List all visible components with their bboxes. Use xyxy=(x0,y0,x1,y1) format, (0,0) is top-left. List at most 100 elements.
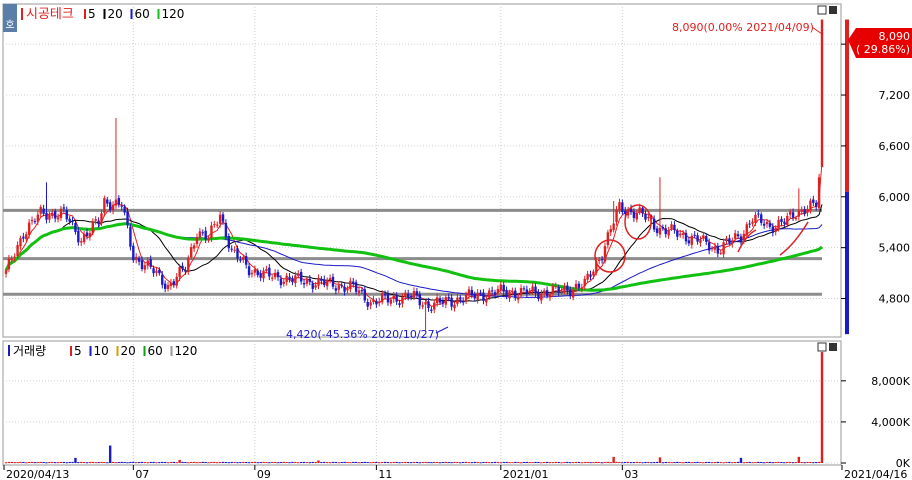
candle-body xyxy=(716,245,720,254)
candle-body xyxy=(323,279,326,286)
candle-body xyxy=(534,286,537,294)
candle-body xyxy=(273,272,277,278)
candle-body xyxy=(812,199,815,203)
price-pane-minimize-icon[interactable] xyxy=(817,5,827,15)
stock-marker xyxy=(21,8,23,20)
volume-bar xyxy=(123,461,126,463)
volume-bar xyxy=(760,462,763,464)
candle-body xyxy=(62,207,66,209)
volume-bar xyxy=(548,462,552,464)
volume-bar xyxy=(132,461,135,463)
candle-body xyxy=(473,293,476,299)
price-tick-label: 6,600 xyxy=(879,140,911,153)
volume-bar xyxy=(705,461,708,463)
candle-body xyxy=(328,278,332,280)
candle-body xyxy=(476,292,479,300)
current-price-change: ( 29.86%) xyxy=(856,43,910,56)
volume-pane-maximize-icon[interactable] xyxy=(829,343,837,351)
volume-bar xyxy=(135,462,138,464)
candle-body xyxy=(349,280,352,290)
volume-bar xyxy=(192,461,196,463)
candle-body xyxy=(169,282,173,287)
volume-bar xyxy=(201,461,204,463)
candle-body xyxy=(204,230,207,240)
volume-bar xyxy=(560,462,563,464)
volume-bar xyxy=(337,462,340,464)
candle-body xyxy=(696,235,699,242)
candle-body xyxy=(757,213,760,215)
candle-body xyxy=(728,238,731,243)
volume-marker xyxy=(8,345,10,356)
candle-body xyxy=(265,269,268,272)
ma-legend-label: 5 xyxy=(88,7,96,21)
candle-body xyxy=(404,292,407,298)
candle-body xyxy=(771,226,775,233)
candle-body xyxy=(85,232,89,236)
volume-bar xyxy=(378,462,381,464)
volume-bar xyxy=(586,461,589,463)
volume-bar xyxy=(803,462,806,464)
candle-body xyxy=(592,271,595,276)
candle-body xyxy=(244,256,248,265)
candle-body xyxy=(325,279,329,287)
candle-body xyxy=(514,290,517,299)
candle-body xyxy=(398,303,401,305)
volume-bar xyxy=(768,461,772,463)
volume-bar xyxy=(59,461,63,463)
volume-bar xyxy=(253,461,257,463)
volume-bar xyxy=(583,461,586,463)
price-pane-maximize-icon[interactable] xyxy=(829,6,837,14)
volume-bar xyxy=(187,462,190,464)
candle-body xyxy=(279,278,283,286)
candle-body xyxy=(687,240,691,244)
volume-bar xyxy=(149,461,152,463)
candle-body xyxy=(357,290,361,294)
candle-body xyxy=(638,207,641,212)
volume-bar xyxy=(302,461,306,463)
volume-bar xyxy=(163,461,167,463)
volume-pane-minimize-icon[interactable] xyxy=(817,342,827,352)
volume-bar xyxy=(626,461,630,463)
candle-body xyxy=(178,267,181,278)
candle-body xyxy=(525,289,529,295)
candle-body xyxy=(19,238,22,247)
candle-body xyxy=(430,309,433,311)
volume-bar xyxy=(4,462,8,464)
candle-body xyxy=(461,300,465,303)
candle-body xyxy=(733,233,737,239)
volume-bar xyxy=(679,461,682,463)
candle-body xyxy=(424,302,427,305)
volume-bar xyxy=(438,462,442,464)
candle-body xyxy=(560,290,563,292)
candle-body xyxy=(433,302,436,310)
candle-body xyxy=(490,290,494,292)
volume-bar xyxy=(488,462,491,464)
volume-bar xyxy=(430,462,433,464)
volume-pane xyxy=(2,340,842,466)
volume-bar xyxy=(36,462,40,464)
volume-bar xyxy=(528,462,531,464)
candle-body xyxy=(375,300,378,305)
candle-body xyxy=(294,275,297,284)
candle-body xyxy=(213,224,216,226)
candle-body xyxy=(485,298,488,303)
volume-bar xyxy=(82,461,86,463)
low-annotation: 4,420(-45.36% 2020/10/27) xyxy=(286,328,439,341)
volume-bar xyxy=(563,461,566,463)
volume-bar xyxy=(557,461,560,463)
candle-body xyxy=(676,230,679,237)
candle-body xyxy=(438,298,442,303)
candle-body xyxy=(155,270,158,273)
candle-body xyxy=(583,278,586,286)
candle-body xyxy=(488,290,491,298)
volume-bar xyxy=(786,461,789,463)
volume-bar xyxy=(522,461,526,463)
candle-body xyxy=(59,208,63,218)
candle-body xyxy=(65,209,68,220)
candle-body xyxy=(360,290,364,292)
candle-body xyxy=(166,284,170,289)
candle-body xyxy=(123,206,126,213)
candle-body xyxy=(352,281,355,284)
volume-legend-label: 20 xyxy=(121,344,136,358)
volume-bar xyxy=(42,461,45,463)
